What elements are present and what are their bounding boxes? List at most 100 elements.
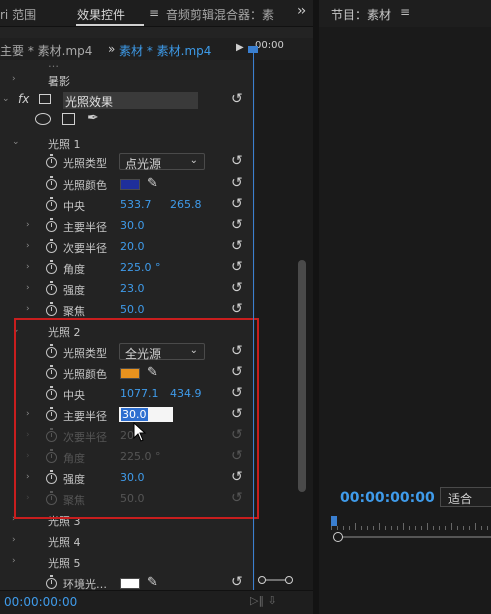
stopwatch-icon[interactable] bbox=[46, 239, 57, 253]
stopwatch-icon[interactable] bbox=[46, 154, 57, 168]
reset-icon[interactable]: ↺ bbox=[231, 217, 243, 233]
eyedropper-icon[interactable]: ✎ bbox=[147, 575, 158, 590]
program-zoom-knob[interactable] bbox=[333, 532, 343, 542]
section-light-4[interactable]: › 光照 4 bbox=[0, 531, 255, 551]
intensity-value[interactable]: 30.0 bbox=[120, 471, 145, 484]
vertical-scrollbar[interactable] bbox=[298, 260, 306, 492]
stopwatch-icon[interactable] bbox=[46, 344, 57, 358]
panel-menu-icon[interactable]: ≡ bbox=[400, 5, 410, 19]
zoom-start-knob[interactable] bbox=[258, 576, 266, 584]
more-tabs-icon[interactable]: ›› bbox=[297, 3, 306, 19]
stopwatch-icon[interactable] bbox=[46, 407, 57, 421]
expand-chevron-icon[interactable]: › bbox=[26, 283, 30, 293]
color-swatch[interactable] bbox=[120, 368, 140, 379]
collapse-chevron-icon[interactable]: ⌄ bbox=[12, 325, 20, 335]
reset-icon[interactable]: ↺ bbox=[231, 448, 243, 464]
reset-icon[interactable]: ↺ bbox=[231, 153, 243, 169]
intensity-value[interactable]: 23.0 bbox=[120, 282, 145, 295]
stopwatch-icon[interactable] bbox=[46, 386, 57, 400]
section-light-2[interactable]: ⌄ 光照 2 bbox=[0, 321, 255, 341]
stopwatch-icon[interactable] bbox=[46, 428, 57, 442]
stopwatch-icon[interactable] bbox=[46, 575, 57, 589]
expand-chevron-icon[interactable]: › bbox=[26, 262, 30, 272]
stopwatch-icon[interactable] bbox=[46, 281, 57, 295]
section-light-5[interactable]: › 光照 5 bbox=[0, 552, 255, 572]
collapse-chevron-icon[interactable]: ⌄ bbox=[12, 137, 20, 147]
reset-icon[interactable]: ↺ bbox=[231, 364, 243, 380]
minor-radius-value[interactable]: 20 bbox=[120, 429, 134, 442]
eyedropper-icon[interactable]: ✎ bbox=[147, 176, 158, 191]
ellipse-mask-icon[interactable] bbox=[35, 113, 51, 125]
light-type-select[interactable]: 点光源 ⌄ bbox=[119, 153, 205, 171]
expand-chevron-icon[interactable]: › bbox=[26, 409, 30, 419]
focus-value[interactable]: 50.0 bbox=[120, 303, 145, 316]
section-light-3[interactable]: › 光照 3 bbox=[0, 510, 255, 530]
tab-audio-clip-mixer[interactable]: 音频剪辑混合器：素 bbox=[166, 6, 274, 23]
major-radius-input[interactable]: 30.0 bbox=[119, 407, 173, 422]
center-y-value[interactable]: 434.9 bbox=[170, 387, 202, 400]
eyedropper-icon[interactable]: ✎ bbox=[147, 365, 158, 380]
expand-chevron-icon[interactable]: › bbox=[26, 451, 30, 461]
pen-mask-icon[interactable]: ✒ bbox=[87, 110, 99, 126]
reset-icon[interactable]: ↺ bbox=[231, 301, 243, 317]
reset-icon[interactable]: ↺ bbox=[231, 259, 243, 275]
timeline-zoom-slider[interactable] bbox=[258, 576, 293, 584]
collapse-chevron-icon[interactable]: ⌄ bbox=[2, 94, 10, 104]
tab-effect-controls[interactable]: 效果控件 bbox=[77, 6, 125, 23]
expand-chevron-icon[interactable]: › bbox=[12, 535, 16, 545]
zoom-end-knob[interactable] bbox=[285, 576, 293, 584]
effect-header-lighting[interactable]: ⌄ fx 光照效果 ↺ bbox=[0, 90, 255, 110]
reset-icon[interactable]: ↺ bbox=[231, 574, 243, 590]
expand-chevron-icon[interactable]: › bbox=[26, 304, 30, 314]
section-light-1[interactable]: ⌄ 光照 1 bbox=[0, 133, 255, 153]
zoom-fit-select[interactable]: 适合 bbox=[440, 487, 491, 507]
stopwatch-icon[interactable] bbox=[46, 491, 57, 505]
program-timecode[interactable]: 00:00:00:00 bbox=[340, 490, 435, 506]
transform-handle-icon[interactable] bbox=[39, 94, 51, 104]
program-timeline-ruler[interactable] bbox=[331, 518, 491, 530]
expand-chevron-icon[interactable]: › bbox=[26, 220, 30, 230]
expand-chevron-icon[interactable]: › bbox=[26, 430, 30, 440]
stopwatch-icon[interactable] bbox=[46, 302, 57, 316]
expand-chevron-icon[interactable]: › bbox=[26, 472, 30, 482]
program-monitor-title[interactable]: 节目：素材 bbox=[331, 6, 391, 23]
reset-icon[interactable]: ↺ bbox=[231, 175, 243, 191]
fx-toggle-icon[interactable]: fx bbox=[18, 92, 29, 106]
reset-icon[interactable]: ↺ bbox=[231, 427, 243, 443]
reset-icon[interactable]: ↺ bbox=[231, 469, 243, 485]
stopwatch-icon[interactable] bbox=[46, 197, 57, 211]
program-playhead[interactable] bbox=[331, 516, 337, 526]
center-x-value[interactable]: 1077.1 bbox=[120, 387, 159, 400]
tab-scope[interactable]: ri 范围 bbox=[0, 6, 36, 23]
current-timecode[interactable]: 00:00:00:00 bbox=[4, 595, 77, 609]
playhead-line[interactable] bbox=[253, 48, 254, 603]
light-type-select[interactable]: 全光源 ⌄ bbox=[119, 343, 205, 361]
property-row-shadow[interactable]: › 暑影 bbox=[0, 70, 255, 90]
stopwatch-icon[interactable] bbox=[46, 470, 57, 484]
color-swatch[interactable] bbox=[120, 578, 140, 589]
stopwatch-icon[interactable] bbox=[46, 176, 57, 190]
stopwatch-icon[interactable] bbox=[46, 449, 57, 463]
minor-radius-value[interactable]: 20.0 bbox=[120, 240, 145, 253]
focus-value[interactable]: 50.0 bbox=[120, 492, 145, 505]
center-x-value[interactable]: 533.7 bbox=[120, 198, 152, 211]
angle-value[interactable]: 225.0 ° bbox=[120, 450, 161, 463]
reset-icon[interactable]: ↺ bbox=[231, 91, 243, 107]
center-y-value[interactable]: 265.8 bbox=[170, 198, 202, 211]
expand-chevron-icon[interactable]: › bbox=[12, 514, 16, 524]
reset-icon[interactable]: ↺ bbox=[231, 280, 243, 296]
program-zoom-track[interactable] bbox=[337, 536, 491, 538]
color-swatch[interactable] bbox=[120, 179, 140, 190]
angle-value[interactable]: 225.0 ° bbox=[120, 261, 161, 274]
panel-menu-icon[interactable]: ≡ bbox=[149, 6, 159, 20]
expand-chevron-icon[interactable]: › bbox=[12, 556, 16, 566]
reset-icon[interactable]: ↺ bbox=[231, 343, 243, 359]
expand-chevron-icon[interactable]: › bbox=[26, 493, 30, 503]
stopwatch-icon[interactable] bbox=[46, 260, 57, 274]
reset-icon[interactable]: ↺ bbox=[231, 196, 243, 212]
major-radius-value[interactable]: 30.0 bbox=[120, 219, 145, 232]
reset-icon[interactable]: ↺ bbox=[231, 385, 243, 401]
filter-icons[interactable]: ▷‖ ⇩ bbox=[250, 594, 277, 607]
reset-icon[interactable]: ↺ bbox=[231, 406, 243, 422]
rectangle-mask-icon[interactable] bbox=[62, 113, 75, 125]
